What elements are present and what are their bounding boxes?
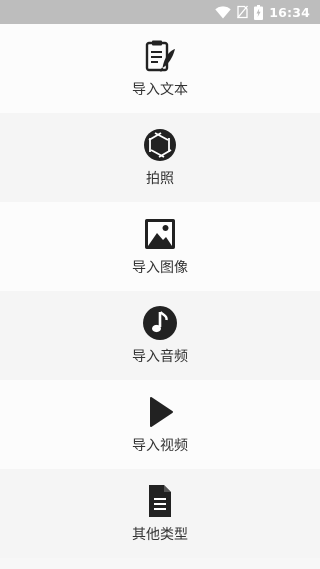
menu-item-import-video[interactable]: 导入视频: [0, 380, 320, 469]
camera-shutter-icon: [142, 127, 178, 163]
menu-item-label: 导入图像: [132, 260, 188, 276]
import-menu: 导入文本 拍照 导入图像 导入音频 导入视频 其他类型: [0, 24, 320, 569]
image-icon: [142, 216, 178, 252]
document-edit-icon: [142, 38, 178, 74]
battery-charging-icon: [254, 4, 264, 20]
menu-item-label: 导入音频: [132, 349, 188, 365]
menu-item-label: 导入文本: [132, 82, 188, 98]
menu-item-import-image[interactable]: 导入图像: [0, 202, 320, 291]
file-icon: [142, 483, 178, 519]
play-icon: [142, 394, 178, 430]
menu-item-label: 拍照: [146, 171, 174, 187]
menu-item-take-photo[interactable]: 拍照: [0, 113, 320, 202]
menu-item-other-types[interactable]: 其他类型: [0, 469, 320, 558]
wifi-icon: [215, 5, 231, 19]
menu-item-label: 其他类型: [132, 527, 188, 543]
music-note-icon: [142, 305, 178, 341]
menu-item-import-audio[interactable]: 导入音频: [0, 291, 320, 380]
status-bar: 16:34: [0, 0, 320, 24]
menu-item-label: 导入视频: [132, 438, 188, 454]
status-time: 16:34: [269, 4, 310, 20]
menu-item-import-text[interactable]: 导入文本: [0, 24, 320, 113]
no-sim-icon: [237, 5, 249, 19]
